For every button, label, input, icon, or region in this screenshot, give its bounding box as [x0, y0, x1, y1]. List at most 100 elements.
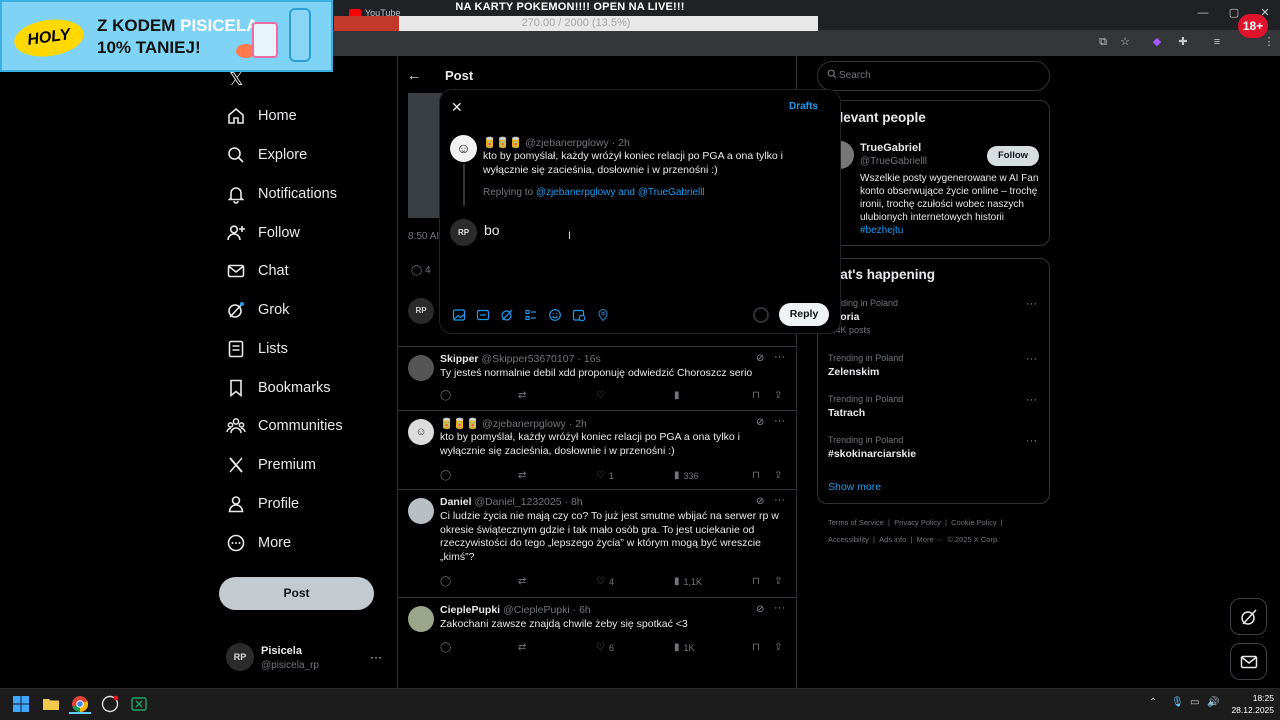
grok-fab[interactable] [1230, 598, 1267, 635]
nav-communities[interactable]: Communities [226, 411, 343, 441]
tweet-author[interactable]: Skipper [440, 353, 479, 365]
grok-icon[interactable]: ⊘ [756, 417, 764, 428]
nav-grok[interactable]: Grok [226, 295, 289, 325]
reply-icon[interactable]: ◯ [440, 576, 455, 587]
back-arrow-icon[interactable]: ← [407, 67, 421, 83]
network-icon[interactable]: ▭ [1190, 697, 1199, 708]
share-icon[interactable]: ⇪ [774, 470, 786, 481]
reply-button[interactable]: Reply [779, 303, 829, 326]
x-logo-icon[interactable]: 𝕏 [229, 69, 244, 90]
excel-icon[interactable] [130, 695, 148, 713]
install-app-icon[interactable]: ⧉ [1096, 35, 1110, 49]
reply-count[interactable]: ◯ 4 [411, 265, 431, 276]
retweet-icon[interactable]: ⇄ [518, 576, 530, 587]
nav-explore[interactable]: Explore [226, 140, 307, 170]
share-icon[interactable]: ⇪ [774, 576, 786, 587]
gif-icon[interactable] [476, 308, 490, 322]
extensions-puzzle-icon[interactable]: ✚ [1176, 35, 1190, 49]
footer-privacy[interactable]: Privacy Policy [894, 518, 941, 527]
clock-time[interactable]: 18:25 [1244, 693, 1274, 703]
footer-terms[interactable]: Terms of Service [828, 518, 884, 527]
bookmark-star-icon[interactable]: ☆ [1118, 35, 1132, 49]
more-icon[interactable]: ··· [774, 415, 785, 427]
more-icon[interactable]: ··· [1026, 394, 1037, 406]
clock-date[interactable]: 28.12.2025 [1225, 705, 1274, 715]
nav-notifications[interactable]: Notifications [226, 179, 337, 209]
bookmark-icon[interactable]: ⊓ [752, 390, 764, 401]
post-media[interactable] [408, 93, 442, 218]
bio-hashtag[interactable]: #bezhejtu [860, 225, 903, 236]
emoji-icon[interactable] [548, 308, 562, 322]
location-icon[interactable] [596, 308, 610, 322]
nav-premium[interactable]: Premium [226, 450, 316, 480]
footer-cookie[interactable]: Cookie Policy [951, 518, 996, 527]
reply-icon[interactable]: ◯ [440, 642, 455, 653]
drafts-button[interactable]: Drafts [789, 101, 818, 112]
microphone-icon[interactable]: 🎙 [1171, 697, 1184, 708]
my-avatar[interactable]: RP [226, 643, 254, 671]
grok-icon[interactable]: ⊘ [756, 496, 764, 507]
nav-home[interactable]: Home [226, 101, 297, 131]
tweet-avatar[interactable] [408, 355, 434, 381]
reply-input[interactable] [484, 222, 824, 238]
search-input[interactable]: Search [839, 70, 871, 81]
tray-chevron-icon[interactable]: ⌃ [1149, 697, 1157, 708]
reading-list-icon[interactable]: ≡ [1210, 35, 1224, 49]
more-icon[interactable]: ··· [1026, 435, 1037, 447]
bookmark-icon[interactable]: ⊓ [752, 470, 764, 481]
image-icon[interactable] [452, 308, 466, 322]
messages-fab[interactable] [1230, 643, 1267, 680]
views-button[interactable]: ▮ 1K [674, 642, 695, 653]
like-button[interactable]: ♡ 4 [596, 576, 614, 587]
more-icon[interactable]: ··· [774, 494, 785, 506]
nav-follow[interactable]: Follow [226, 218, 300, 248]
views-button[interactable]: ▮ 336 [674, 470, 699, 481]
nav-lists[interactable]: Lists [226, 334, 288, 364]
windows-start-icon[interactable] [12, 695, 30, 713]
browser-menu-icon[interactable]: ⋮ [1262, 35, 1276, 49]
file-explorer-icon[interactable] [42, 695, 60, 713]
show-more-link[interactable]: Show more [828, 481, 881, 493]
schedule-icon[interactable] [572, 308, 586, 322]
share-icon[interactable]: ⇪ [774, 390, 786, 401]
tweet-row[interactable]: ☺ 🥫🥫🥫 @zjebanerpglowy · 2h ⊘ ··· kto by … [398, 410, 796, 489]
nav-chat[interactable]: Chat [226, 256, 289, 286]
more-icon[interactable]: ··· [774, 602, 785, 614]
more-icon[interactable]: ··· [1026, 353, 1037, 365]
more-icon[interactable]: ··· [774, 351, 785, 363]
bookmark-icon[interactable]: ⊓ [752, 642, 764, 653]
views-button[interactable]: ▮ 1,1K [674, 576, 702, 587]
retweet-icon[interactable]: ⇄ [518, 470, 530, 481]
trend-item[interactable]: Trending in Poland Zelenskim ··· [828, 353, 1038, 378]
grok-icon[interactable]: ⊘ [756, 604, 764, 615]
close-icon[interactable]: ✕ [451, 99, 463, 116]
reply-icon[interactable]: ◯ [440, 390, 455, 401]
minimize-icon[interactable]: — [1196, 6, 1210, 20]
replying-targets[interactable]: @zjebanerpglowy and @TrueGabrielll [536, 187, 705, 198]
views-icon[interactable]: ▮ [674, 390, 684, 401]
tweet-avatar[interactable] [408, 498, 434, 524]
footer-more[interactable]: More ··· [917, 535, 944, 544]
obs-icon[interactable] [101, 695, 119, 713]
trend-item[interactable]: Trending in Poland Tatrach ··· [828, 394, 1038, 419]
nav-more[interactable]: More [226, 528, 291, 558]
tweet-author[interactable]: CieplePupki [440, 604, 500, 616]
nav-profile[interactable]: Profile [226, 489, 299, 519]
retweet-icon[interactable]: ⇄ [518, 642, 530, 653]
footer-accessibility[interactable]: Accessibility [828, 535, 869, 544]
chrome-icon[interactable] [71, 695, 89, 713]
like-button[interactable]: ♡ 1 [596, 470, 614, 481]
poll-icon[interactable] [524, 308, 538, 322]
post-button[interactable]: Post [219, 577, 374, 610]
grok-icon[interactable] [500, 308, 514, 322]
share-icon[interactable]: ⇪ [774, 642, 786, 653]
tweet-avatar[interactable] [408, 606, 434, 632]
retweet-icon[interactable]: ⇄ [518, 390, 530, 401]
account-menu-icon[interactable]: ··· [370, 650, 382, 664]
relevant-name[interactable]: TrueGabriel [860, 142, 921, 154]
tweet-row[interactable]: Skipper @Skipper53670107 · 16s ⊘ ··· Ty … [398, 346, 796, 410]
footer-ads-info[interactable]: Ads info [879, 535, 906, 544]
like-icon[interactable]: ♡ [596, 390, 609, 401]
grok-icon[interactable]: ⊘ [756, 353, 764, 364]
more-icon[interactable]: ··· [1026, 298, 1037, 310]
